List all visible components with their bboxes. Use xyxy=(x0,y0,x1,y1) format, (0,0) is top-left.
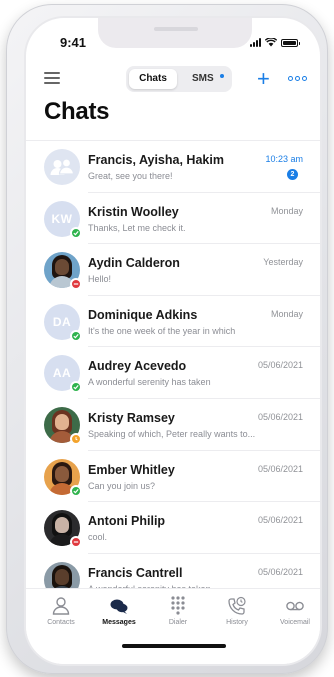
dialpad-icon xyxy=(153,595,203,617)
chat-row[interactable]: Kristy Ramsey Speaking of which, Peter re… xyxy=(26,399,320,451)
hamburger-menu-icon[interactable] xyxy=(44,72,60,84)
more-options-icon[interactable] xyxy=(288,76,307,81)
chat-name: Ember Whitley xyxy=(88,462,175,477)
chat-name: Kristy Ramsey xyxy=(88,411,175,425)
chat-preview: Speaking of which, Peter really wants to… xyxy=(88,429,256,439)
tab-label: Dialer xyxy=(168,619,188,626)
phone-frame: 9:41 Chats SMS + Chats Francis, Ayisha, … xyxy=(6,4,328,674)
avatar-photo xyxy=(44,561,80,588)
online-status-icon xyxy=(70,484,82,497)
chat-timestamp: 05/06/2021 xyxy=(257,515,303,526)
chat-preview: Can you join us? xyxy=(88,480,156,491)
chat-row[interactable]: Francis CantrellA wonderful serenity has… xyxy=(26,554,320,588)
plus-icon[interactable]: + xyxy=(257,66,270,92)
chat-timestamp: 10:23 am xyxy=(265,154,303,164)
chat-timestamp: 05/06/2021 xyxy=(257,412,303,422)
chat-row[interactable]: Francis, Ayisha, Hakim Great, see you the… xyxy=(26,141,320,193)
away-status-icon xyxy=(70,433,82,445)
chats-sms-segmented-control: Chats SMS xyxy=(126,66,232,92)
voicemail-icon xyxy=(270,595,320,617)
phone-notch xyxy=(98,18,252,48)
busy-status-icon xyxy=(70,278,82,291)
status-icons xyxy=(250,38,300,47)
chat-list: Francis, Ayisha, Hakim Great, see you the… xyxy=(26,140,320,588)
sms-unread-dot xyxy=(220,74,224,78)
chat-timestamp: Monday xyxy=(270,205,303,216)
chat-preview: Hello! xyxy=(88,274,112,285)
tab-label: Voicemail xyxy=(280,619,310,626)
unread-count-badge: 2 xyxy=(287,169,298,180)
chat-name: Aydin Calderon xyxy=(88,256,180,271)
tab-label: Messages xyxy=(102,619,136,626)
home-indicator xyxy=(122,644,226,648)
tab-history[interactable]: History xyxy=(212,595,262,626)
tab-bar: Contacts Messages Dialer History Voicemail xyxy=(26,588,320,664)
avatar xyxy=(44,252,82,291)
chat-preview: Great, see you there! xyxy=(88,171,173,181)
segment-chats[interactable]: Chats xyxy=(129,69,177,89)
page-title: Chats xyxy=(44,98,110,125)
chat-preview: A wonderful serenity has taken xyxy=(88,377,211,388)
chat-preview: It's the one week of the year in which xyxy=(88,325,236,336)
avatar: DA xyxy=(44,303,82,342)
signal-bars-icon xyxy=(250,38,261,47)
chat-name: Kristin Woolley xyxy=(88,204,179,219)
tab-label: Contacts xyxy=(47,619,75,626)
chat-name: Audrey Acevedo xyxy=(88,359,187,374)
chat-name: Antoni Philip xyxy=(88,514,166,529)
chat-row[interactable]: DA Dominique Adkins It's the one week of t… xyxy=(26,296,320,348)
tab-messages[interactable]: Messages xyxy=(94,595,144,626)
avatar: AA xyxy=(44,355,82,394)
chat-row[interactable]: KW Kristin Woolley Thanks, Let me check it… xyxy=(26,193,320,245)
busy-status-icon xyxy=(70,536,82,549)
person-icon xyxy=(36,595,86,617)
avatar xyxy=(44,510,82,549)
segment-sms-label: SMS xyxy=(192,73,214,84)
tab-contacts[interactable]: Contacts xyxy=(36,595,86,626)
online-status-icon xyxy=(70,381,82,394)
avatar: KW xyxy=(44,200,82,239)
status-time: 9:41 xyxy=(60,35,87,50)
battery-icon xyxy=(281,39,300,47)
chat-timestamp: Yesterday xyxy=(263,257,303,268)
online-status-icon xyxy=(70,226,82,239)
chat-timestamp: Monday xyxy=(270,308,303,319)
chat-timestamp: 05/06/2021 xyxy=(257,566,303,577)
chat-preview: Thanks, Let me check it. xyxy=(88,222,186,233)
chat-timestamp: 05/06/2021 xyxy=(257,360,303,371)
chat-name: Francis, Ayisha, Hakim xyxy=(88,153,224,167)
tab-label: History xyxy=(226,619,248,626)
chat-row[interactable]: Ember Whitley Can you join us? 05/06/2021 xyxy=(26,451,320,503)
speaker-grille xyxy=(154,27,198,31)
avatar xyxy=(44,149,80,185)
wifi-icon xyxy=(265,38,277,47)
avatar xyxy=(44,407,82,445)
phone-screen: 9:41 Chats SMS + Chats Francis, Ayisha, … xyxy=(26,18,320,664)
chat-timestamp: 05/06/2021 xyxy=(257,463,303,474)
segment-sms[interactable]: SMS xyxy=(182,69,228,89)
phone-history-icon xyxy=(212,595,262,617)
chat-bubbles-icon xyxy=(94,595,144,617)
group-avatar-icon xyxy=(44,149,80,185)
chat-name: Dominique Adkins xyxy=(88,307,198,322)
chat-row[interactable]: Antoni Philip cool. 05/06/2021 xyxy=(26,502,320,554)
online-status-icon xyxy=(70,329,82,342)
chat-name: Francis Cantrell xyxy=(88,565,183,580)
avatar xyxy=(44,458,82,497)
tab-dialer[interactable]: Dialer xyxy=(153,595,203,626)
avatar xyxy=(44,561,80,588)
chat-preview: cool. xyxy=(88,532,108,543)
chat-row[interactable]: Aydin Calderon Hello! Yesterday xyxy=(26,244,320,296)
chat-row[interactable]: AA Audrey Acevedo A wonderful serenity has… xyxy=(26,347,320,399)
tab-voicemail[interactable]: Voicemail xyxy=(270,595,320,626)
